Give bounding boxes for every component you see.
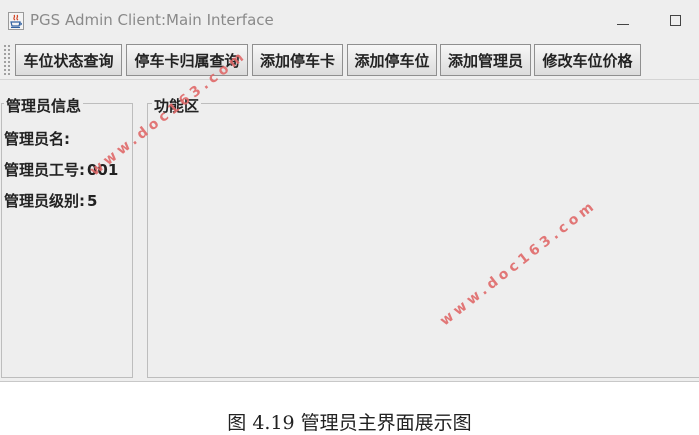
admin-level-row: 管理员级别: 5 [4,190,97,211]
admin-name-row: 管理员名: [4,128,72,149]
toolbar-drag-handle[interactable] [3,44,11,76]
main-window: PGS Admin Client:Main Interface 车位状态查询 停… [0,0,699,382]
minimize-icon [617,23,629,25]
minimize-button[interactable] [608,8,638,32]
function-area-group-border [147,103,699,104]
add-parking-card-button[interactable]: 添加停车卡 [252,44,343,76]
maximize-icon [669,14,681,26]
java-app-icon [8,12,24,30]
toolbar: 车位状态查询 停车卡归属查询 添加停车卡 添加停车位 添加管理员 修改车位价格 [0,40,699,80]
admin-info-legend: 管理员信息 [4,95,84,116]
add-parking-space-button[interactable]: 添加停车位 [347,44,437,76]
figure-caption: 图 4.19 管理员主界面展示图 [227,412,472,434]
admin-level-label: 管理员级别: [4,192,85,210]
parking-status-query-button[interactable]: 车位状态查询 [15,44,122,76]
window-title: PGS Admin Client:Main Interface [30,11,274,29]
add-admin-button[interactable]: 添加管理员 [440,44,531,76]
maximize-button[interactable] [660,8,690,32]
modify-space-price-button[interactable]: 修改车位价格 [534,44,641,76]
function-area-group [147,103,699,378]
title-bar[interactable]: PGS Admin Client:Main Interface [0,0,699,40]
admin-level-value: 5 [87,192,98,210]
admin-id-label: 管理员工号: [4,161,85,179]
admin-name-label: 管理员名: [4,130,70,148]
